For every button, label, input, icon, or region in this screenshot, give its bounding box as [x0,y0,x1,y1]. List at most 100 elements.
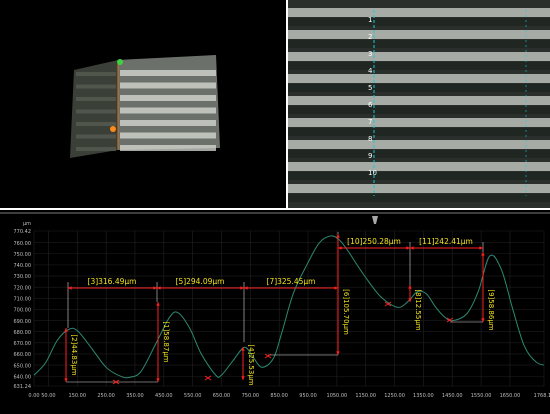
y-tick-label: 740.00 [14,263,32,269]
micrograph-dark-band [288,84,550,92]
scan-mark-label: 1 [368,16,372,24]
micrograph-bright-band [288,162,550,171]
x-tick-label: 1650.00 [500,393,521,399]
micrograph-dark-band [288,18,550,26]
x-tick-label: 0.00 [28,393,39,399]
micrograph-bright-band [288,8,550,17]
surface-highlight-stripe [120,70,216,76]
measure-label-m2: [2]44.83μm [70,334,78,375]
surface-highlight-stripe [120,107,216,114]
surface-shadow-stripe [76,134,116,139]
x-tick-label: 1350.00 [413,393,434,399]
measure-arrowhead [156,378,160,382]
measure-arrowhead [157,286,161,290]
x-tick-label: 250.00 [97,393,115,399]
measure-arrowhead [156,302,160,306]
measure-arrowhead [338,246,342,250]
x-tick-label: 1768.10 [534,393,550,399]
measure-label-m10: [10]250.28μm [347,237,401,246]
measure-arrowhead [68,286,72,290]
surface-highlight-stripe [120,95,216,101]
x-tick-label: 350.00 [126,393,144,399]
3d-surface-view[interactable] [0,0,286,208]
x-tick-label: 550.00 [184,393,202,399]
x-tick-label: 450.00 [155,393,173,399]
micrograph-dark-band [288,40,550,48]
micrograph-bright-band [288,30,550,39]
measurement-annotations: [3]316.49μm [5]294.09μm [7]325.45μm [10]250… [64,232,495,386]
scan-mark-label: 10 [368,169,377,177]
y-tick-label: 770.42 [14,229,32,235]
measure-arrowhead [410,246,414,250]
surface-highlight-stripe [120,132,216,139]
profile-curve [33,235,545,379]
micrograph-dark-band [288,62,550,70]
measure-arrowhead [406,246,410,250]
x-tick-label: 1050.00 [327,393,348,399]
measure-arrowhead [481,318,485,322]
micrograph-dark-band [288,194,550,202]
x-tick-label: 650.00 [213,393,231,399]
y-tick-label: 730.00 [14,274,32,280]
top-marker-dot[interactable] [117,59,123,65]
x-tick-label: 50.00 [41,393,55,399]
curve-point-marker [264,353,272,359]
micrograph-bright-band [288,184,550,193]
surface-shadow-stripe [76,147,116,151]
y-tick-label: 720.00 [14,285,32,291]
y-axis-ticks: 770.42 760.00 750.00 740.00 730.00 720.00 710.… [14,221,32,390]
micrograph-texture [288,8,550,202]
y-tick-label: 660.00 [14,352,32,358]
orange-marker-dot[interactable] [110,126,116,132]
measure-label-m7: [7]325.45μm [267,277,316,286]
micrograph-dark-band [288,106,550,114]
cursor-handle[interactable] [372,216,378,224]
surface-shadow-stripe [76,122,116,126]
scan-mark-label: 3 [368,50,372,58]
micrograph-bright-band [288,52,550,61]
micrograph-bright-band [288,96,550,105]
measure-label-m8: [8]12.55μm [414,289,422,330]
surface-shadow-stripe [76,109,116,114]
measure-arrowhead [334,286,338,290]
measure-arrowhead [240,286,244,290]
scan-mark-label: 4 [368,67,373,75]
x-tick-label: 950.00 [299,393,317,399]
y-tick-label: 710.00 [14,296,32,302]
y-tick-label: 640.00 [14,374,32,380]
measure-label-m3: [3]316.49μm [88,277,137,286]
x-tick-label: 1450.00 [442,393,463,399]
profile-chart: 770.42 760.00 750.00 740.00 730.00 720.00 710.… [0,212,550,399]
micrograph-bright-band [288,74,550,83]
measure-arrowhead [241,376,245,380]
scan-mark-label: 8 [368,135,372,143]
scan-mark-label: 9 [368,152,372,160]
curve-point-marker [204,375,212,381]
measure-arrowhead [408,285,412,289]
micrograph-bright-band [288,118,550,127]
x-tick-label: 1550.00 [471,393,492,399]
y-tick-label: 670.00 [14,341,32,347]
measure-arrowhead [153,286,157,290]
y-tick-label: 680.00 [14,330,32,336]
surface-highlight-stripe [120,82,216,89]
y-tick-label: 690.00 [14,319,32,325]
y-tick-label: 631.24 [14,384,32,390]
measure-label-m4: [4]25.53μm [247,344,255,385]
scan-mark-label: 6 [368,101,373,109]
x-tick-label: 850.00 [270,393,288,399]
surface-highlight-stripe [120,145,216,151]
surface-shadow-stripe [76,72,116,76]
y-tick-label: 700.00 [14,308,32,314]
micrograph-dark-band [288,150,550,158]
profile-chart-panel: 770.42 760.00 750.00 740.00 730.00 720.00 710.… [0,210,550,414]
measure-label-m6: [6]105.70μm [342,289,350,335]
surface-shadow-stripe [76,97,116,101]
3d-surface-canvas [70,55,220,158]
measure-label-m9: [9]58.86μm [487,289,495,330]
measure-arrowhead [244,286,248,290]
x-tick-label: 1250.00 [384,393,405,399]
y-unit-label: μm [23,221,31,227]
scan-mark-label: 5 [368,84,372,92]
optical-micrograph-view[interactable]: 1 2 3 4 5 6 7 8 9 10 [288,0,550,208]
